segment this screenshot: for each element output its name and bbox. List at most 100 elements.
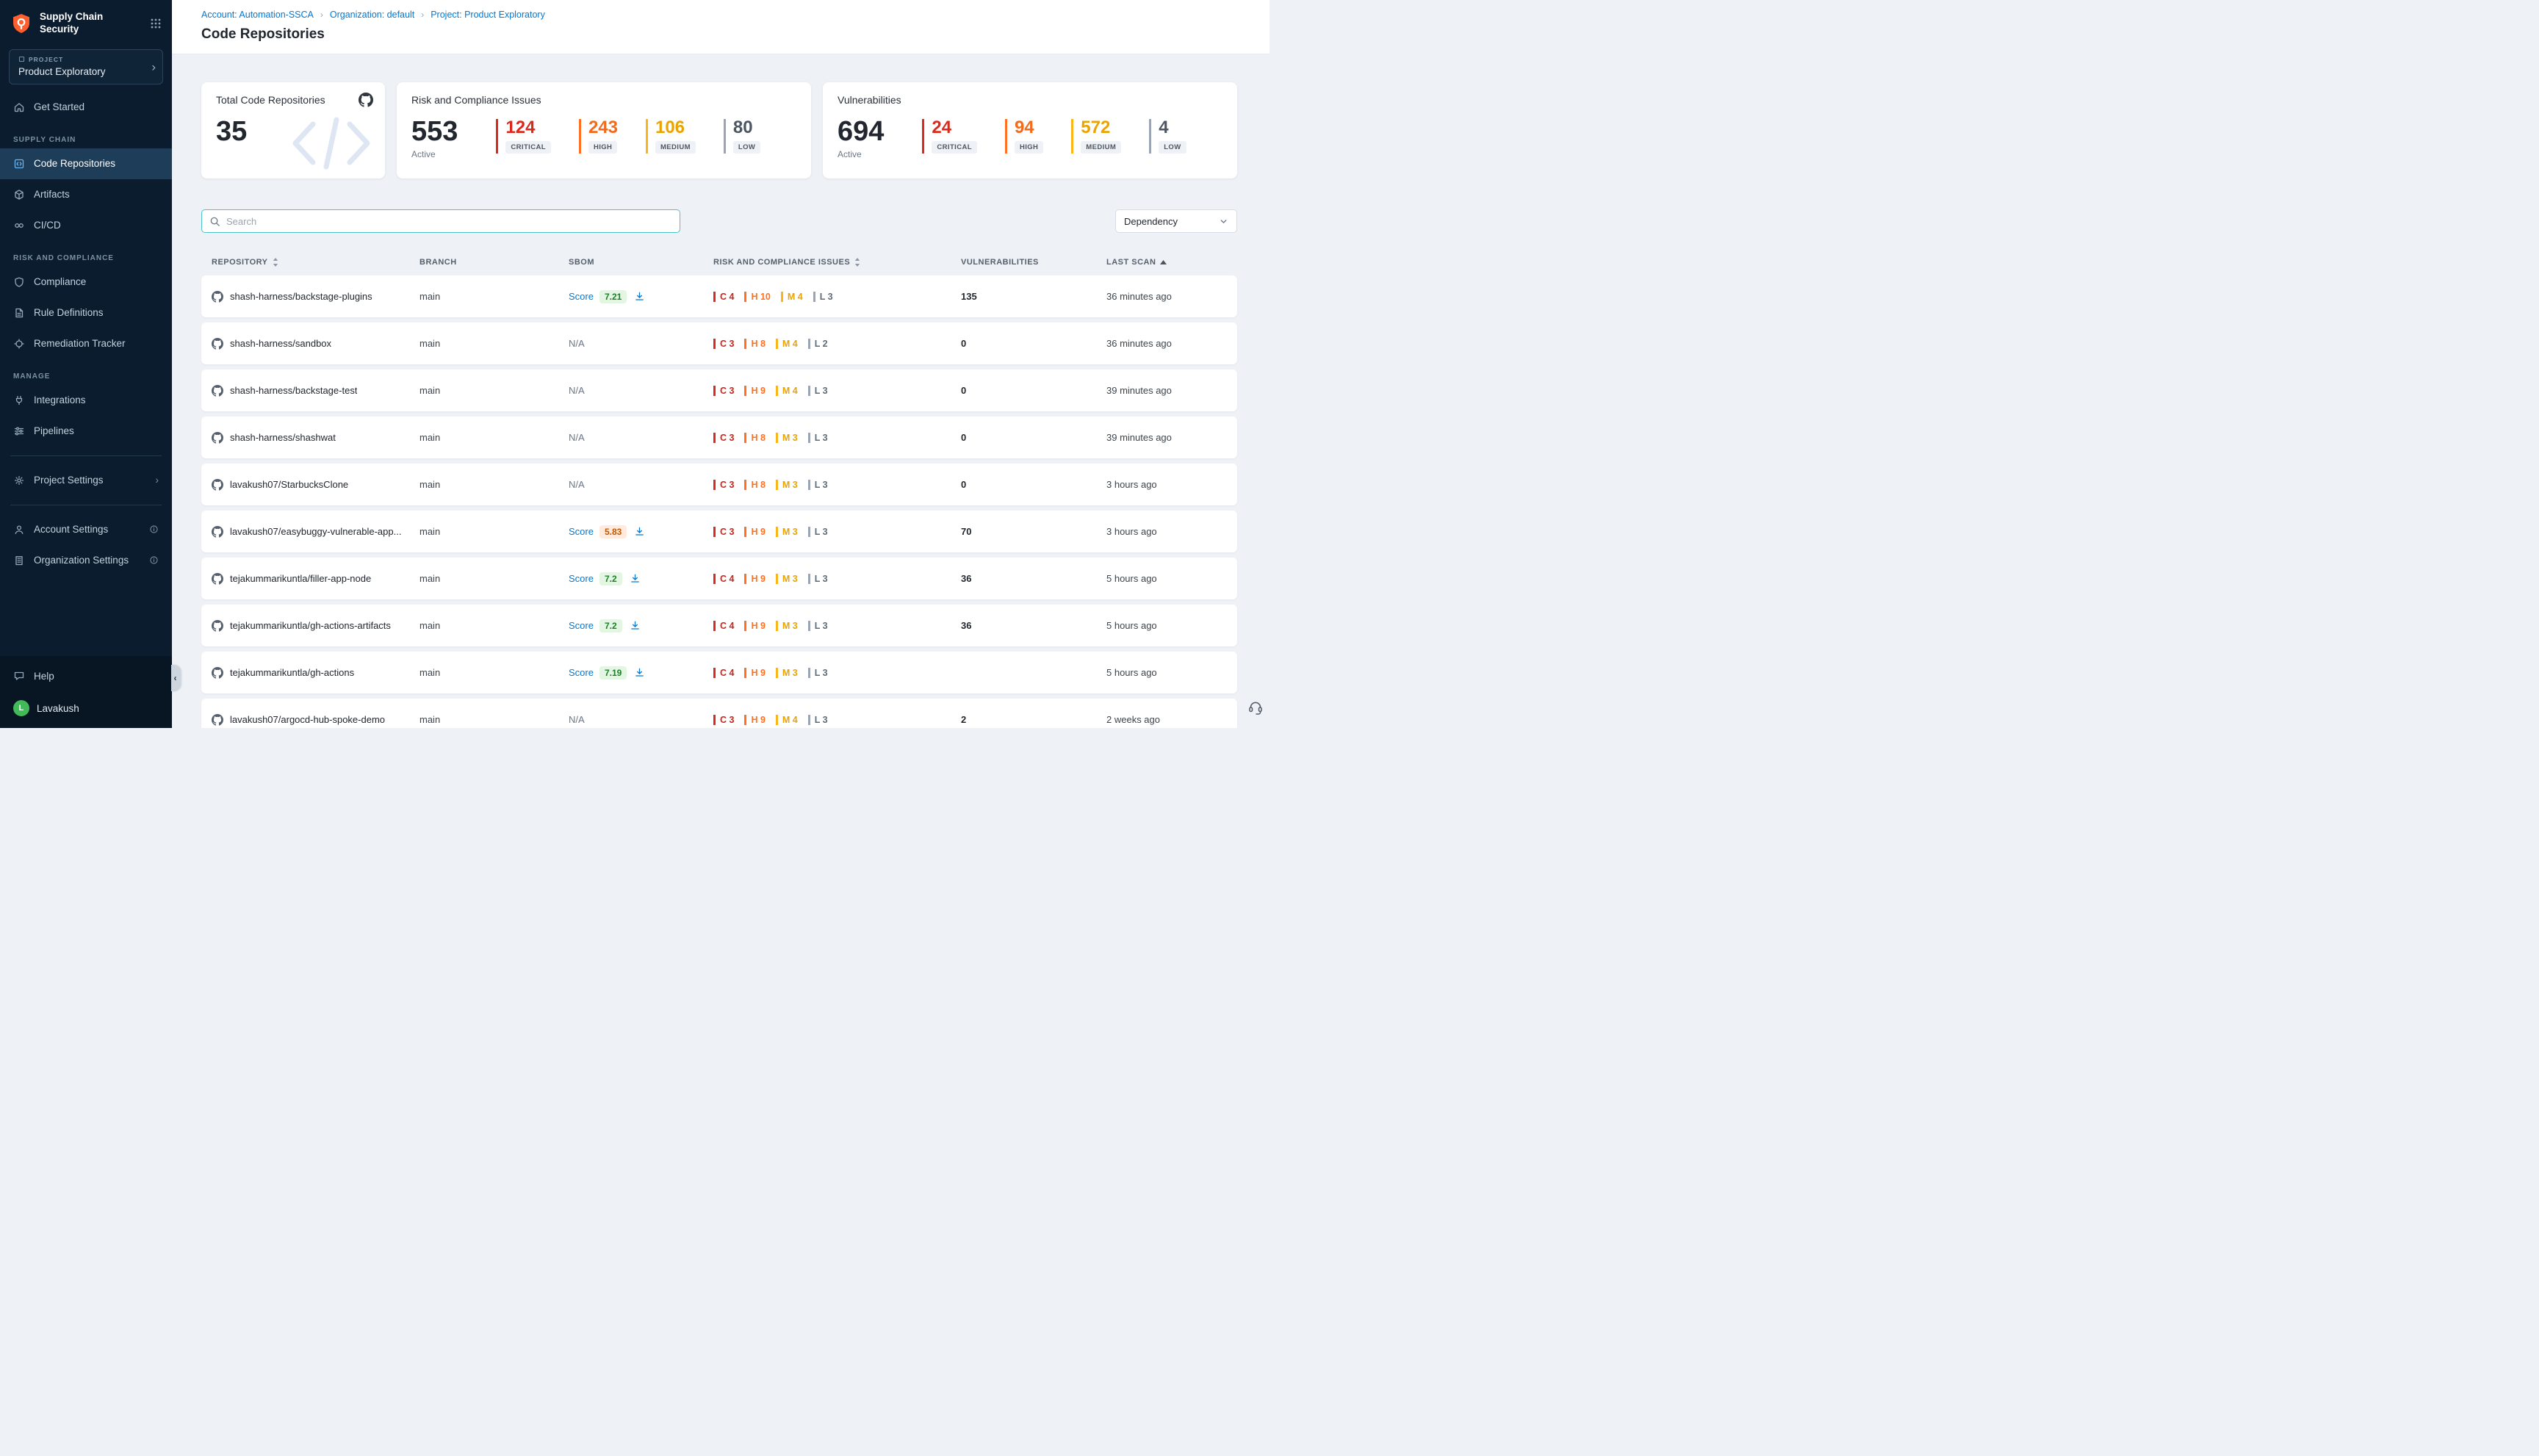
table-row[interactable]: shash-harness/backstage-testmainN/AC 3H … (201, 370, 1237, 411)
risk-chip-medium: M 4 (776, 386, 798, 396)
sbom-na: N/A (569, 714, 713, 725)
branch-cell: main (419, 479, 569, 490)
sidebar-item-integrations[interactable]: Integrations (0, 385, 172, 416)
table-row[interactable]: lavakush07/StarbucksClonemainN/AC 3H 8M … (201, 464, 1237, 505)
column-last-scan[interactable]: LAST SCAN (1106, 258, 1237, 267)
module-grid-icon[interactable] (150, 18, 162, 29)
project-selector[interactable]: PROJECT Product Exploratory › (9, 49, 163, 84)
remediation-tracker-icon (13, 338, 25, 350)
sidebar-item-code-repositories[interactable]: Code Repositories (0, 148, 172, 179)
sidebar-item-cicd[interactable]: CI/CD (0, 210, 172, 241)
last-scan-cell: 5 hours ago (1106, 620, 1237, 631)
vulnerabilities-cell: 36 (961, 573, 1106, 584)
user-menu[interactable]: L Lavakush (0, 691, 172, 721)
home-icon (13, 101, 25, 113)
table-row[interactable]: lavakush07/easybuggy-vulnerable-app...ma… (201, 511, 1237, 552)
divider (10, 455, 162, 456)
info-icon[interactable] (149, 555, 159, 565)
sidebar-item-rule-definitions[interactable]: Rule Definitions (0, 298, 172, 328)
column-branch: BRANCH (419, 258, 569, 267)
vulnerabilities-cell: 36 (961, 620, 1106, 631)
repository-name[interactable]: shash-harness/shashwat (230, 432, 336, 443)
stat-critical: 124 CRITICAL (496, 119, 551, 154)
filter-value: Dependency (1124, 216, 1178, 227)
download-sbom-button[interactable] (634, 526, 645, 537)
table-row[interactable]: tejakummarikuntla/gh-actionsmainScore7.1… (201, 652, 1237, 693)
search-input[interactable] (226, 216, 672, 227)
repository-name[interactable]: lavakush07/argocd-hub-spoke-demo (230, 714, 385, 725)
card-vulnerabilities: Vulnerabilities 694 Active 24 CRITICAL (823, 82, 1237, 179)
sidebar-collapse-handle[interactable]: ‹ (171, 665, 181, 691)
search-box (201, 209, 680, 233)
vulnerabilities-cell: 0 (961, 432, 1106, 443)
page-title: Code Repositories (201, 26, 1252, 43)
risk-chip-low: L 3 (813, 292, 833, 302)
download-sbom-button[interactable] (630, 573, 641, 584)
table-row[interactable]: shash-harness/sandboxmainN/AC 3H 8M 4L 2… (201, 322, 1237, 364)
column-repository[interactable]: REPOSITORY (212, 258, 419, 267)
breadcrumb-account-link[interactable]: Account: Automation-SSCA (201, 10, 314, 20)
sidebar-nav: Get Started SUPPLY CHAIN Code Repositori… (0, 92, 172, 728)
stat-value: 80 (733, 119, 760, 137)
repository-name[interactable]: tejakummarikuntla/gh-actions-artifacts (230, 620, 391, 631)
sidebar-item-remediation-tracker[interactable]: Remediation Tracker (0, 328, 172, 359)
score-label: Score (569, 526, 594, 537)
brand-row: Supply Chain Security (0, 0, 172, 43)
nav-label: Pipelines (34, 425, 74, 436)
compliance-icon (13, 276, 25, 288)
repository-name[interactable]: shash-harness/backstage-test (230, 385, 357, 396)
download-sbom-button[interactable] (634, 291, 645, 302)
repository-cell: lavakush07/easybuggy-vulnerable-app... (212, 526, 419, 538)
risk-chip-critical: C 3 (713, 339, 734, 349)
sidebar-item-pipelines[interactable]: Pipelines (0, 416, 172, 447)
repository-cell: tejakummarikuntla/gh-actions-artifacts (212, 620, 419, 632)
resource-center-button[interactable] (1247, 699, 1264, 718)
repository-name[interactable]: tejakummarikuntla/gh-actions (230, 667, 354, 678)
risk-total-value: 553 (411, 118, 458, 145)
sidebar-item-compliance[interactable]: Compliance (0, 267, 172, 298)
stat-value: 94 (1015, 119, 1043, 137)
risk-chip-high: H 9 (744, 668, 765, 678)
dependency-filter-select[interactable]: Dependency (1115, 209, 1237, 233)
stat-label: LOW (733, 141, 760, 154)
repository-name[interactable]: lavakush07/StarbucksClone (230, 479, 348, 490)
breadcrumb-project-link[interactable]: Project: Product Exploratory (431, 10, 545, 20)
repository-name[interactable]: shash-harness/sandbox (230, 338, 331, 349)
table-row[interactable]: tejakummarikuntla/filler-app-nodemainSco… (201, 558, 1237, 599)
avatar: L (13, 700, 29, 716)
info-icon[interactable] (149, 525, 159, 534)
repository-name[interactable]: shash-harness/backstage-plugins (230, 291, 372, 302)
risk-issues-cell: C 3H 8M 3L 3 (713, 433, 961, 443)
risk-chip-low: L 3 (808, 668, 828, 678)
branch-cell: main (419, 338, 569, 349)
table-row[interactable]: shash-harness/shashwatmainN/AC 3H 8M 3L … (201, 417, 1237, 458)
download-sbom-button[interactable] (634, 667, 645, 678)
sidebar-item-project-settings[interactable]: Project Settings › (0, 465, 172, 496)
column-risk-issues[interactable]: RISK AND COMPLIANCE ISSUES (713, 258, 961, 267)
last-scan-cell: 39 minutes ago (1106, 432, 1237, 443)
table-row[interactable]: tejakummarikuntla/gh-actions-artifactsma… (201, 605, 1237, 646)
table-row[interactable]: lavakush07/argocd-hub-spoke-demomainN/AC… (201, 699, 1237, 728)
repository-name[interactable]: tejakummarikuntla/filler-app-node (230, 573, 371, 584)
risk-chip-high: H 9 (744, 386, 765, 396)
card-title: Vulnerabilities (838, 94, 1222, 106)
sidebar-item-artifacts[interactable]: Artifacts (0, 179, 172, 210)
github-icon (212, 479, 223, 491)
risk-issues-cell: C 3H 9M 3L 3 (713, 527, 961, 537)
harness-logo-icon (10, 12, 32, 35)
headset-icon (1247, 699, 1264, 716)
repository-cell: tejakummarikuntla/filler-app-node (212, 573, 419, 585)
sidebar-item-get-started[interactable]: Get Started (0, 92, 172, 123)
card-title: Risk and Compliance Issues (411, 94, 796, 106)
github-icon (212, 620, 223, 632)
download-sbom-button[interactable] (630, 620, 641, 631)
breadcrumb: Account: Automation-SSCA › Organization:… (201, 10, 1252, 20)
sidebar-item-organization-settings[interactable]: Organization Settings (0, 545, 172, 576)
breadcrumb-organization-link[interactable]: Organization: default (330, 10, 414, 20)
repository-name[interactable]: lavakush07/easybuggy-vulnerable-app... (230, 526, 401, 537)
table-row[interactable]: shash-harness/backstage-pluginsmainScore… (201, 275, 1237, 317)
risk-chip-critical: C 3 (713, 527, 734, 537)
sidebar-item-account-settings[interactable]: Account Settings (0, 514, 172, 545)
risk-issues-cell: C 3H 8M 3L 3 (713, 480, 961, 490)
sidebar-item-help[interactable]: Help (0, 660, 172, 691)
